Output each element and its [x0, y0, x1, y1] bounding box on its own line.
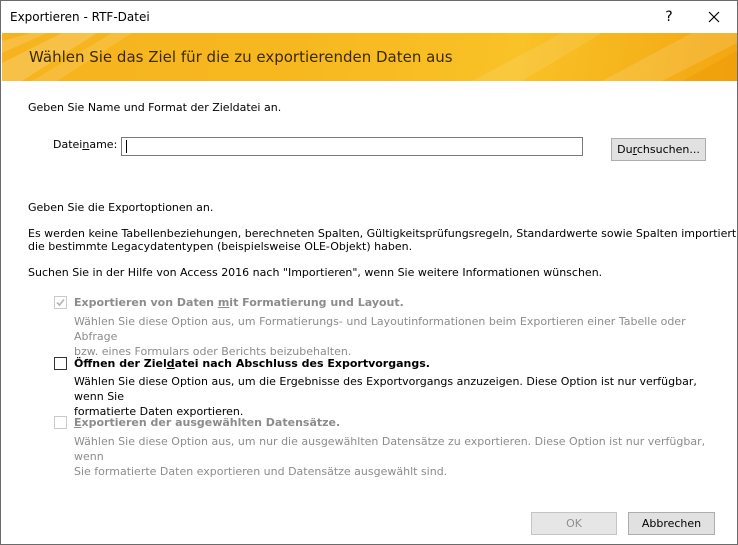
help-icon: ? [665, 9, 673, 25]
selected-records-checkbox[interactable] [54, 416, 67, 429]
selected-records-option-label: Exportieren der ausgewählten Datensätze. [74, 416, 341, 429]
browse-button[interactable]: Durchsuchen... [611, 138, 706, 161]
file-name-input[interactable] [121, 137, 583, 156]
open-after-export-option-description: Wählen Sie diese Option aus, um die Erge… [74, 375, 697, 418]
header-banner: Wählen Sie das Ziel für die zu exportier… [2, 33, 737, 81]
ok-button[interactable]: OK [531, 512, 617, 535]
format-layout-option-label: Exportieren von Daten mit Formatierung u… [74, 296, 404, 309]
banner-heading: Wählen Sie das Ziel für die zu exportier… [29, 48, 453, 66]
close-icon [708, 11, 720, 23]
checkmark-icon [56, 298, 65, 307]
help-hint: Suchen Sie in der Hilfe von Access 2016 … [28, 266, 603, 279]
window-title: Exportieren - RTF-Datei [10, 10, 150, 24]
info-line-1: Es werden keine Tabellenbeziehungen, ber… [28, 227, 738, 240]
selected-records-option-description: Wählen Sie diese Option aus, um nur die … [74, 435, 706, 478]
format-layout-checkbox[interactable] [54, 296, 67, 309]
title-bar: Exportieren - RTF-Datei ? [1, 1, 737, 33]
text-caret [126, 140, 127, 153]
open-after-export-checkbox[interactable] [54, 357, 67, 370]
open-after-export-option-label: Öffnen der Zieldatei nach Abschluss des … [74, 357, 430, 370]
file-name-label: Dateiname: [53, 138, 118, 151]
destination-intro: Geben Sie Name und Format der Zieldatei … [28, 101, 282, 114]
export-dialog: Exportieren - RTF-Datei ? Wählen Sie das… [0, 0, 738, 545]
close-button[interactable] [701, 5, 727, 29]
help-button[interactable]: ? [657, 7, 681, 27]
options-intro: Geben Sie die Exportoptionen an. [28, 201, 214, 214]
cancel-button[interactable]: Abbrechen [628, 512, 715, 535]
format-layout-option-description: Wählen Sie diese Option aus, um Formatie… [74, 315, 686, 358]
info-line-2: die bestimmte Legacydatentypen (beispiel… [28, 240, 413, 253]
